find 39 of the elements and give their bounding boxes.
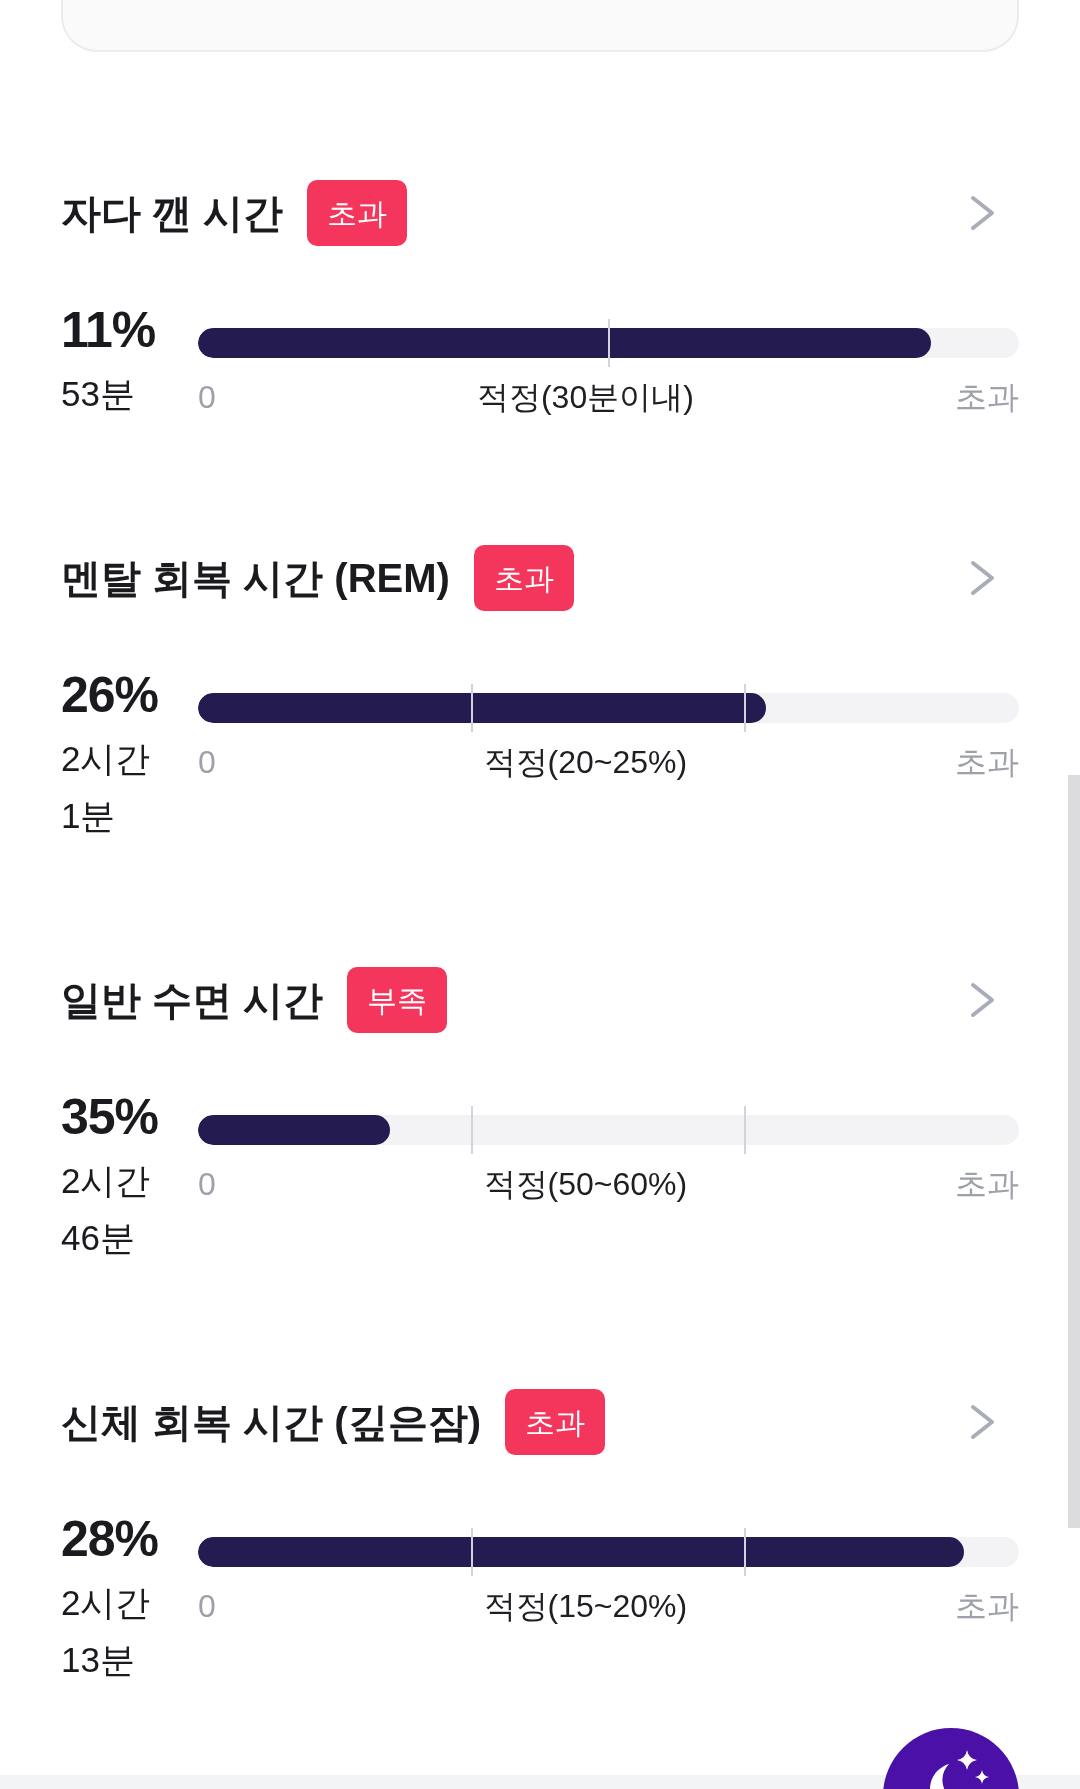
- chevron-right-icon[interactable]: [970, 195, 995, 231]
- status-badge: 부족: [347, 967, 448, 1033]
- target-range-label: 적정(20~25%): [483, 743, 688, 782]
- percent-value: 11%: [61, 305, 156, 355]
- threshold-tick: [607, 319, 610, 367]
- scale-end-label: 초과: [955, 378, 1019, 417]
- percent-value: 26%: [61, 670, 159, 720]
- threshold-tick: [744, 1528, 747, 1576]
- target-range-label: 적정(15~20%): [483, 1587, 688, 1626]
- chevron-right-icon[interactable]: [970, 1404, 995, 1440]
- threshold-tick: [470, 1528, 473, 1576]
- stage-title: 자다 깬 시간: [61, 190, 284, 237]
- stage-title: 멘탈 회복 시간 (REM): [61, 555, 450, 602]
- scale-end-label: 초과: [955, 1587, 1019, 1626]
- scale-end-label: 초과: [955, 1165, 1019, 1204]
- target-range-label: 적정(50~60%): [483, 1165, 688, 1204]
- scale-start-label: 0: [198, 378, 216, 417]
- threshold-tick: [744, 1106, 747, 1154]
- scale-start-label: 0: [198, 1165, 216, 1204]
- status-badge: 초과: [307, 180, 408, 246]
- status-badge: 초과: [505, 1389, 605, 1455]
- chevron-right-icon[interactable]: [970, 560, 995, 596]
- duration-value: 2시간 1분: [61, 738, 152, 837]
- stage-title: 일반 수면 시간: [61, 977, 324, 1024]
- threshold-tick: [744, 684, 747, 732]
- scale-start-label: 0: [198, 743, 216, 782]
- stage-title: 신체 회복 시간 (깊은잠): [61, 1399, 481, 1446]
- percent-value: 28%: [61, 1514, 159, 1564]
- target-range-label: 적정(30분이내): [476, 378, 694, 417]
- threshold-tick: [470, 684, 473, 732]
- threshold-tick: [470, 1106, 473, 1154]
- duration-value: 53분: [61, 373, 135, 415]
- chevron-right-icon[interactable]: [970, 982, 995, 1018]
- duration-value: 2시간 46분: [61, 1160, 152, 1259]
- status-badge: 초과: [473, 545, 574, 611]
- scale-start-label: 0: [198, 1587, 216, 1626]
- percent-value: 35%: [61, 1092, 159, 1142]
- scale-end-label: 초과: [955, 743, 1019, 782]
- duration-value: 2시간 13분: [61, 1582, 152, 1681]
